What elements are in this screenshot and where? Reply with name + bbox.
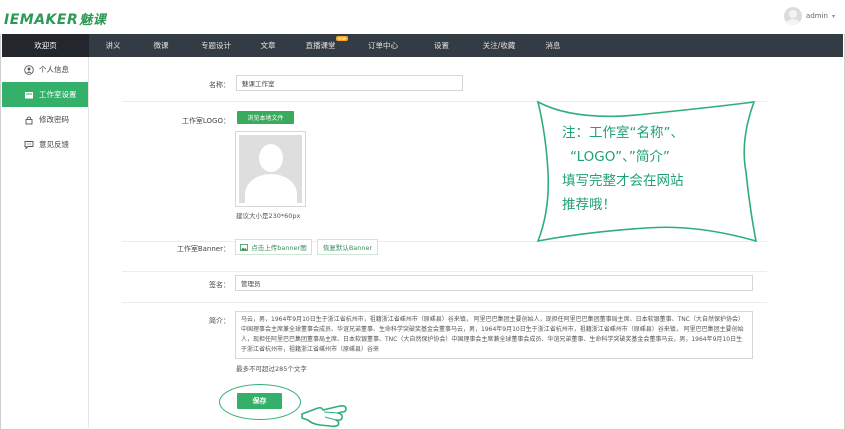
- nav-live[interactable]: 直播课堂 new: [289, 34, 352, 57]
- nav-micro-course[interactable]: 微课: [137, 34, 185, 57]
- signature-value: 管理员: [241, 280, 261, 288]
- banner-label: 工作室Banner：: [176, 245, 230, 253]
- image-icon: [240, 243, 249, 251]
- intro-value: 马云，男，1964年9月10日生于浙江省杭州市，祖籍浙江省嵊州市（原嵊县）谷来镇…: [241, 316, 744, 353]
- sidebar-item-label: 工作室设置: [39, 90, 77, 99]
- avatar[interactable]: [784, 7, 803, 25]
- save-button[interactable]: 保存: [237, 393, 282, 409]
- callout-line-2: “LOGO”、”简介”: [570, 149, 670, 165]
- logo-label: 工作室LOGO：: [181, 117, 230, 125]
- nav-label: 设置: [434, 41, 449, 50]
- nav-label: 直播课堂: [305, 41, 336, 50]
- form-row-signature: 签名： 管理员: [122, 272, 767, 303]
- nav-label: 订单中心: [368, 41, 398, 50]
- callout-line-4: 推荐哦！: [562, 197, 616, 213]
- intro-label: 简介：: [209, 317, 230, 325]
- logo-size-hint: 建议大小是230*60px: [236, 212, 301, 220]
- user-icon: [24, 64, 34, 75]
- form-row-name: 名称： 魅课工作室: [122, 62, 767, 102]
- nav-label: 专题设计: [201, 41, 231, 50]
- intro-textarea[interactable]: 马云，男，1964年9月10日生于浙江省杭州市，祖籍浙江省嵊州市（原嵊县）谷来镇…: [235, 311, 753, 359]
- nav-label: 欢迎页: [34, 41, 57, 50]
- callout-line-1: 注：工作室“名称”、: [562, 125, 684, 141]
- name-input[interactable]: 魅课工作室: [236, 75, 463, 91]
- nav-follow[interactable]: 关注/收藏: [469, 34, 529, 57]
- sidebar-item-label: 个人信息: [39, 65, 69, 74]
- sidebar-item-profile[interactable]: 个人信息: [2, 57, 88, 82]
- placeholder-person-icon: [239, 135, 302, 203]
- nav-label: 微课: [153, 41, 169, 50]
- nav-label: 讲义: [105, 41, 121, 50]
- folder-icon: [24, 90, 34, 100]
- nav-settings[interactable]: 设置: [414, 34, 469, 57]
- upload-banner-button[interactable]: 点击上传banner图: [235, 239, 312, 255]
- lock-icon: [24, 115, 34, 125]
- nav-messages[interactable]: 消息: [529, 34, 577, 57]
- pointing-hand-icon: [301, 405, 347, 428]
- sidebar-item-password[interactable]: 修改密码: [2, 107, 88, 132]
- nav-articles[interactable]: 文章: [247, 34, 289, 57]
- restore-banner-button[interactable]: 恢复默认Banner: [317, 239, 378, 255]
- name-label: 名称：: [209, 81, 230, 89]
- chat-icon: [24, 140, 34, 150]
- nav-label: 文章: [260, 41, 276, 50]
- browse-file-label: 浏览本地文件: [247, 115, 284, 122]
- form-row-banner: 工作室Banner： 点击上传banner图 恢复默认Banner: [122, 239, 767, 272]
- signature-input[interactable]: 管理员: [235, 275, 753, 291]
- browse-file-button[interactable]: 浏览本地文件: [237, 111, 294, 124]
- save-label: 保存: [252, 397, 267, 405]
- top-bar: IEMAKER魅课 admin ▾: [0, 0, 845, 34]
- username: admin: [806, 12, 828, 20]
- upload-banner-label: 点击上传banner图: [251, 244, 307, 252]
- user-menu[interactable]: admin ▾: [784, 7, 835, 25]
- restore-banner-label: 恢复默认Banner: [322, 244, 373, 252]
- intro-limit-hint: 最多不可超过285个文字: [236, 365, 307, 373]
- nav-label: 消息: [545, 41, 561, 50]
- logo-text: IEMAKER: [4, 12, 79, 28]
- callout-line-3: 填写完整才会在网站: [562, 173, 684, 189]
- logo-cn-text: 魅课: [79, 13, 107, 28]
- sidebar-item-studio-settings[interactable]: 工作室设置: [2, 82, 88, 107]
- nav-welcome[interactable]: 欢迎页: [2, 34, 89, 57]
- nav-label: 关注/收藏: [482, 41, 516, 50]
- name-value: 魅课工作室: [242, 80, 275, 88]
- form-row-intro: 简介： 马云，男，1964年9月10日生于浙江省杭州市，祖籍浙江省嵊州市（原嵊县…: [122, 303, 767, 381]
- nav-topic-design[interactable]: 专题设计: [185, 34, 247, 57]
- nav-orders[interactable]: 订单中心: [352, 34, 414, 57]
- sidebar-item-label: 修改密码: [39, 115, 69, 124]
- nav-handouts[interactable]: 讲义: [89, 34, 137, 57]
- logo-preview: [235, 131, 306, 207]
- new-badge: new: [335, 36, 348, 41]
- signature-label: 签名：: [209, 281, 230, 289]
- sidebar-item-label: 意见反馈: [39, 140, 69, 149]
- callout-text: 注：工作室“名称”、 “LOGO”、”简介” 填写完整才会在网站 推荐哦！: [562, 121, 742, 217]
- sidebar: 个人信息 工作室设置 修改密码 意见反馈: [2, 57, 89, 428]
- main-nav: 欢迎页 讲义 微课 专题设计 文章 直播课堂 new 订单中心 设置 关注/收藏 …: [2, 34, 843, 57]
- logo[interactable]: IEMAKER魅课: [4, 9, 106, 28]
- sidebar-item-feedback[interactable]: 意见反馈: [2, 132, 88, 157]
- chevron-down-icon: ▾: [831, 12, 835, 20]
